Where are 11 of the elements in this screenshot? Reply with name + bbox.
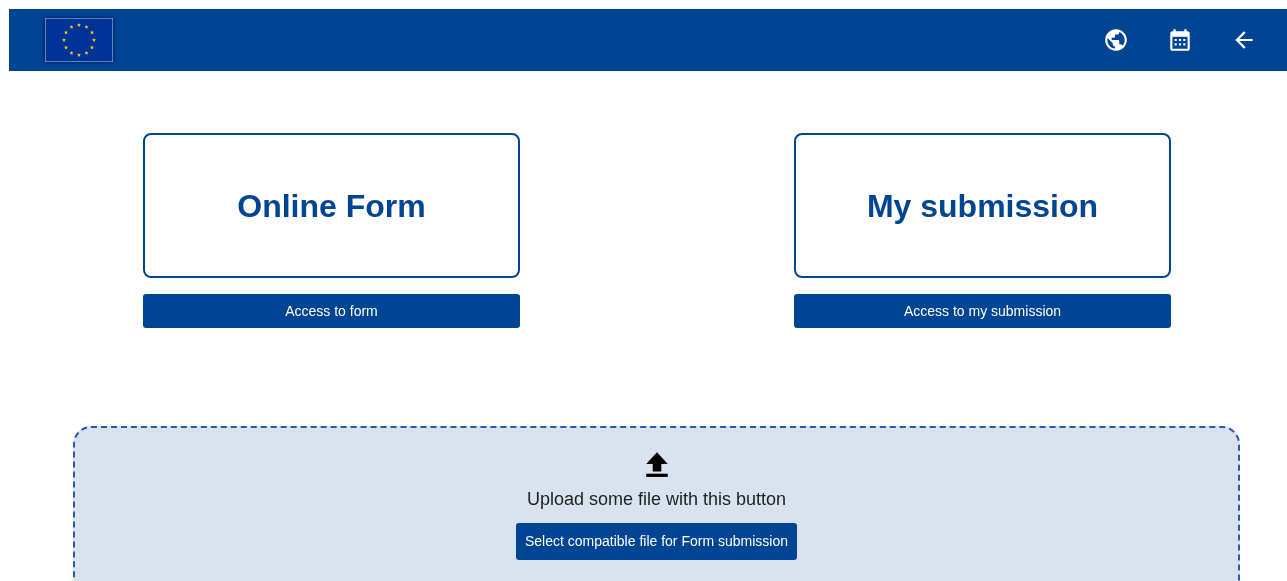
calendar-icon[interactable] — [1167, 27, 1193, 53]
select-file-button[interactable]: Select compatible file for Form submission — [516, 523, 797, 560]
access-button[interactable]: Access to form — [143, 294, 520, 328]
upload-icon — [643, 450, 670, 478]
globe-icon[interactable] — [1103, 27, 1129, 53]
card-title: Online Form — [237, 186, 426, 226]
flag-icon — [45, 18, 113, 62]
upload-dropzone[interactable]: Upload some file with this button Select compatible file for Form submission — [73, 426, 1240, 581]
card-title: My submission — [866, 186, 1099, 226]
upload-instruction: Upload some file with this button — [526, 488, 787, 511]
access-button[interactable]: Access to my submission — [794, 294, 1171, 328]
